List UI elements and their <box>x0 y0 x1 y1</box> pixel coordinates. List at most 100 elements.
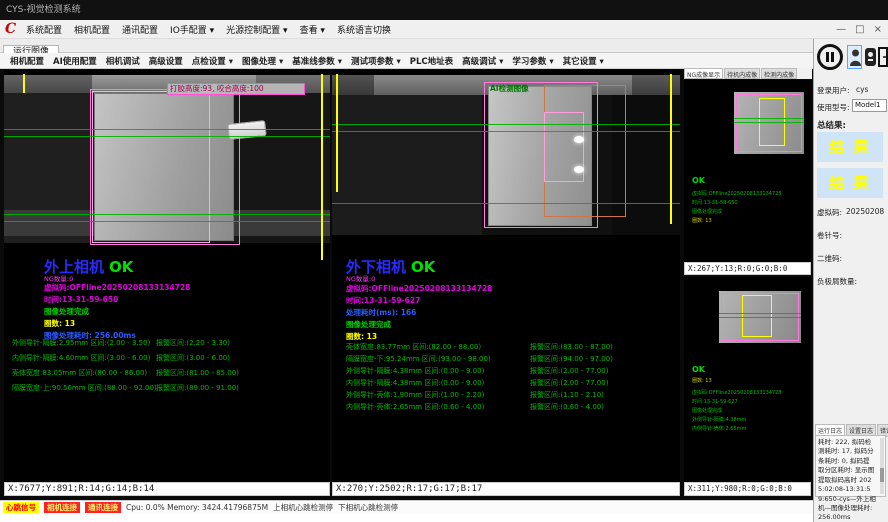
camera-mid-viewport[interactable]: AI检测图像 外下相机OK NG数量:0 虚拟码:OFFline20250208… <box>332 70 680 482</box>
upper-cam-heartbeat: 上相机心跳检测停 <box>273 502 333 513</box>
toolbar-advanced-settings[interactable]: 高级设置 <box>149 55 183 67</box>
virtual-code: 虚拟码:OFFline20250208133134728 <box>44 282 190 293</box>
toolbar-spot-check[interactable]: 点检设置 ▾ <box>192 55 233 67</box>
alarm-range: 报警区间:(3.00 - 6.00) <box>156 353 230 363</box>
menu-item-camera-config[interactable]: 相机配置 <box>74 23 110 36</box>
process-done: 图像处理完成 <box>44 306 89 317</box>
maximize-button[interactable]: □ <box>855 20 864 39</box>
roi-box-yellow <box>742 295 772 337</box>
toolbar-advanced-debug[interactable]: 高级调试 ▾ <box>462 55 503 67</box>
measurement-value: 内侧导针-隔膜:4.38mm 区间:(0.00 - 9.00) <box>346 378 484 388</box>
login-value: cys <box>856 85 868 94</box>
measurement-value: 外侧导针-隔膜:4.38mm 区间:(0.00 - 9.00) <box>346 366 484 376</box>
minimize-button[interactable]: — <box>836 20 846 39</box>
toolbar-baseline-params[interactable]: 基准线参数 ▾ <box>292 55 342 67</box>
ai-region-label: AI检测图像 <box>490 83 529 94</box>
cpu-memory-status: Cpu: 0.0% Memory: 3424.41796875M <box>126 503 268 512</box>
thumb-tab-standby[interactable]: 待机内成像 <box>724 68 760 79</box>
glint-highlight <box>574 136 584 143</box>
thumb-info-line: 图像处理完成 <box>692 208 722 215</box>
thumb-bottom-coords: X:311;Y:980;R:0;G:0;B:0 <box>684 482 811 496</box>
thumb-top-viewport[interactable]: OK 虚拟码:OFFline20250208133134728 时间:13-31… <box>684 80 811 262</box>
toolbar: 相机配置 AI使用配置 相机调试 高级设置 点检设置 ▾ 图像处理 ▾ 基准线参… <box>0 53 813 69</box>
pause-button[interactable] <box>817 44 843 70</box>
thumb-tab-ng[interactable]: NG成像显示 <box>684 68 723 79</box>
lower-cam-heartbeat: 下相机心跳检测停 <box>338 502 398 513</box>
toolbar-ai-config[interactable]: AI使用配置 <box>53 55 97 67</box>
comm-link-badge: 通讯连接 <box>85 502 121 513</box>
pause-icon <box>826 52 829 62</box>
thumb-tab-detect[interactable]: 检测内成像 <box>761 68 797 79</box>
menu-bar: 系统配置 相机配置 通讯配置 IO手配置 ▾ 光源控制配置 ▾ 查看 ▾ 系统语… <box>0 20 888 39</box>
toolbar-test-params[interactable]: 测试项参数 ▾ <box>351 55 401 67</box>
toolbar-learning-params[interactable]: 学习参数 ▾ <box>512 55 553 67</box>
guide-line-v <box>670 74 672 224</box>
exit-door-icon <box>878 47 888 67</box>
status-ok: OK <box>692 176 705 185</box>
camera-link-badge: 相机连接 <box>44 502 80 513</box>
user-button[interactable] <box>847 45 862 69</box>
thumb-bottom-viewport[interactable]: OK 圈数: 13 虚拟码:OFFline20250208133134728 时… <box>684 277 811 482</box>
camera-left-viewport[interactable]: 打胶高度:93, 咬合高度:100 外上相机OK NG数量:0 虚拟码:OFFl… <box>4 70 330 482</box>
model-input[interactable]: Model1 <box>852 99 887 112</box>
toolbar-camera-debug[interactable]: 相机调试 <box>106 55 140 67</box>
thumb-info-line: 圈数: 13 <box>692 217 712 224</box>
model-label: 使用型号: <box>817 102 850 113</box>
user-icon <box>849 47 862 67</box>
log-box[interactable]: 耗时: 222, 拟码检测耗时: 17, 拟码分条耗时: 0, 拟码提取分区耗时… <box>815 435 886 497</box>
menu-item-view[interactable]: 查看 ▾ <box>300 23 325 36</box>
alarm-range: 报警区间:(89.00 - 91.00) <box>156 383 239 393</box>
alarm-range: 报警区间:(1.10 - 2.10) <box>530 390 604 400</box>
guide-line-v <box>23 74 25 93</box>
menu-item-io-config[interactable]: IO手配置 ▾ <box>170 23 214 36</box>
toolbar-other-settings[interactable]: 其它设置 ▾ <box>563 55 604 67</box>
tab-bar: 运行图像 <box>0 39 813 53</box>
exit-button[interactable] <box>878 47 888 67</box>
process-done: 图像处理完成 <box>346 319 391 330</box>
menu-item-light-config[interactable]: 光源控制配置 ▾ <box>226 23 287 36</box>
machine-block <box>332 95 482 235</box>
pause-icon <box>831 52 834 62</box>
thumb-info-line: 时间:13-31-59-627 <box>692 398 738 405</box>
log-scrollbar-thumb[interactable] <box>880 468 884 482</box>
settings-button[interactable] <box>865 48 876 66</box>
measurement-value: 隔膜宽度-下:95.24mm 区间:(93.00 - 98.00) <box>346 354 491 364</box>
guide-line-h <box>332 203 680 204</box>
close-button[interactable]: × <box>874 20 882 39</box>
status-bar: 心跳信号 相机连接 通讯连接 Cpu: 0.0% Memory: 3424.41… <box>0 500 813 514</box>
guide-line-v <box>321 74 323 260</box>
guide-line-h <box>332 131 680 132</box>
thumb-info-line: 时间:13-31-59-650 <box>692 199 738 206</box>
toolbar-plc-address[interactable]: PLC地址表 <box>410 55 453 67</box>
measurement-value: 内侧导针-壳体:2.65mm 区间:(0.60 - 4.00) <box>346 402 484 412</box>
alarm-range: 报警区间:(81.00 - 85.00) <box>156 368 239 378</box>
thumb-top-coords: X:267;Y:13;R:0;G:0;B:0 <box>684 262 811 275</box>
login-label: 登录用户: <box>817 85 850 96</box>
toolbar-image-processing[interactable]: 图像处理 ▾ <box>242 55 283 67</box>
measurement-value: 外侧导针-壳体:1.90mm 区间:(1.00 - 2.20) <box>346 390 484 400</box>
measurement-value: 内侧导针-隔膜:4.60mm 区间:(3.00 - 6.00) <box>12 353 150 363</box>
vcode-label: 虚拟码: <box>817 207 842 218</box>
side-panel: 登录用户: cys 使用型号: Model1 总结果: 结 果 结 果 虚拟码:… <box>813 39 888 522</box>
app-window: CYS-视觉检测系统 系统配置 相机配置 通讯配置 IO手配置 ▾ 光源控制配置… <box>0 0 888 522</box>
capture-time: 时间:13-31-59-650 <box>44 294 118 305</box>
result-box-2: 结 果 <box>817 168 883 198</box>
alarm-range: 报警区间:(0.60 - 4.00) <box>530 402 604 412</box>
menu-item-language-switch[interactable]: 系统语言切换 <box>337 23 391 36</box>
thumb-rounds: 圈数: 13 <box>692 377 712 384</box>
menu-item-system-config[interactable]: 系统配置 <box>26 23 62 36</box>
process-elapsed: 处理耗时(ms): 166 <box>346 307 416 318</box>
status-ok: OK <box>109 258 133 276</box>
log-scrollbar[interactable] <box>880 438 884 494</box>
machine-shadow <box>332 75 374 95</box>
thumb-info-line: 内侧导针-壳体:2.65mm <box>692 425 746 432</box>
menu-item-comm-config[interactable]: 通讯配置 <box>122 23 158 36</box>
vcode-value: 20250208 <box>846 207 884 216</box>
neg-count-label: 负极屑数量: <box>817 276 857 287</box>
roi-label: 打胶高度:93, 咬合高度:100 <box>167 83 305 95</box>
guide-line-h <box>4 214 330 215</box>
gear-icon <box>868 59 873 61</box>
title-bar: CYS-视觉检测系统 <box>0 0 888 20</box>
capture-time: 时间:13-31-59-627 <box>346 295 420 306</box>
toolbar-camera-config[interactable]: 相机配置 <box>10 55 44 67</box>
